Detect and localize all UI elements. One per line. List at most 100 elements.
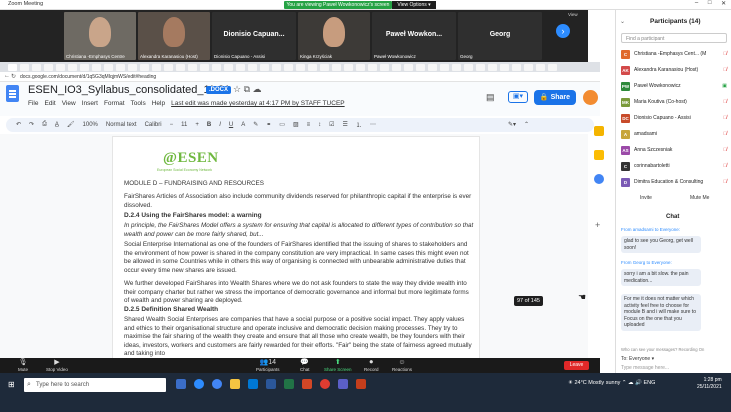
link-icon[interactable]: ⚭ [266,121,271,128]
browser-tab[interactable] [140,64,149,71]
redo-icon[interactable]: ↷ [29,121,34,128]
browser-tab[interactable] [476,64,485,71]
font-size-increase-icon[interactable]: + [195,122,199,128]
browser-tab[interactable] [464,64,473,71]
text-color-icon[interactable]: A [241,122,245,128]
browser-tab[interactable] [500,64,509,71]
excel-icon[interactable] [284,379,294,389]
highlight-icon[interactable]: ✎ [253,121,258,128]
menu-edit[interactable]: Edit [44,100,55,107]
numbered-list-icon[interactable]: ⒈ [356,120,362,129]
participant-row[interactable]: D Dimitra Education & Consulting 🎙̸ [621,176,727,188]
browser-tab[interactable] [428,64,437,71]
participant-tile[interactable]: Dionisio Capuan... Dionisio Capuano - As… [212,12,296,60]
present-button[interactable]: ▣▾ [508,91,528,103]
back-icon[interactable]: ← [4,73,10,79]
outlook-icon[interactable] [248,379,258,389]
participant-row[interactable]: MK Maria Koutiva (Co-host) 🎙̸ [621,96,727,108]
browser-tab[interactable] [104,64,113,71]
participant-row[interactable]: C Christiana -Emphasys Cent... (Me) 🎙̸ [621,48,727,60]
browser-tab[interactable] [356,64,365,71]
record-button[interactable]: ⏺ Record [364,359,379,372]
browser-tab[interactable] [320,64,329,71]
participant-tile[interactable]: Christiana -Emphasys Centre [64,12,136,60]
participant-row[interactable]: DC Dionisio Capuano - Assisi 🎙̸ [621,112,727,124]
browser-tab[interactable] [248,64,257,71]
participant-tile[interactable]: Georg Georg [458,12,542,60]
browser-tab[interactable] [8,64,17,71]
undo-icon[interactable]: ↶ [16,121,21,128]
add-addon-icon[interactable]: + [595,220,600,230]
collapse-panel-icon[interactable]: ⌄ [620,18,625,25]
browser-tab[interactable] [332,64,341,71]
browser-tab[interactable] [44,64,53,71]
menu-view[interactable]: View [62,100,76,107]
browser-tab[interactable] [512,64,521,71]
italic-icon[interactable]: I [219,122,221,128]
star-icon[interactable]: ☆ ⧉ ☁ [233,84,262,95]
browser-tab[interactable] [296,64,305,71]
bold-icon[interactable]: B [207,122,211,128]
browser-tab[interactable] [392,64,401,71]
checklist-icon[interactable]: ☑ [329,121,334,128]
font-size-decrease-icon[interactable]: − [170,122,174,128]
browser-tab[interactable] [92,64,101,71]
reactions-button[interactable]: ☺ Reactions [392,359,412,372]
chat-message-input[interactable]: Type message here... [621,365,669,371]
contacts-icon[interactable] [594,174,604,184]
participant-row[interactable]: PW Paweł Wowkonowicz ▣ [621,80,727,92]
tasks-icon[interactable] [594,150,604,160]
collapse-toolbar-icon[interactable]: ⌃ [524,121,529,128]
browser-tab[interactable] [404,64,413,71]
teams-icon[interactable] [338,379,348,389]
url-text[interactable]: docs.google.com/document/d/1q5G3qMIqjmWS… [20,74,156,80]
maximize-icon[interactable]: □ [708,0,712,10]
browser-tab[interactable] [32,64,41,71]
line-spacing-icon[interactable]: ↕ [318,122,321,128]
menu-tools[interactable]: Tools [131,100,146,107]
browser-tab[interactable] [536,64,545,71]
chrome-icon[interactable] [212,379,222,389]
mute-button[interactable]: 🎙 Mute [18,359,28,372]
image-icon[interactable]: ▨ [293,121,299,128]
browser-address-bar[interactable]: ← ↻ docs.google.com/document/d/1q5G3qMIq… [0,72,600,82]
browser-tab[interactable] [20,64,29,71]
browser-tab[interactable] [440,64,449,71]
menu-file[interactable]: File [28,100,38,107]
menu-format[interactable]: Format [104,100,125,107]
windows-start-icon[interactable]: ⊞ [8,380,15,389]
menu-insert[interactable]: Insert [82,100,98,107]
browser-tab[interactable] [224,64,233,71]
gallery-next-icon[interactable]: › [556,24,570,38]
participant-row[interactable]: Aamadsami 🎙̸ [621,128,727,140]
chat-button[interactable]: 💬 Chat [300,359,310,372]
onenote-icon[interactable] [356,379,366,389]
chat-visibility-note[interactable]: Who can see your messages? Recording On [621,347,704,352]
leave-button[interactable]: Leave [564,361,589,370]
keep-icon[interactable] [594,126,604,136]
browser-tab[interactable] [416,64,425,71]
participant-row[interactable]: AS Anna Szczesniak 🎙̸ [621,144,727,156]
browser-tab[interactable] [188,64,197,71]
underline-icon[interactable]: U [229,122,233,128]
browser-tab[interactable] [368,64,377,71]
style-select[interactable]: Normal text [106,122,137,128]
browser-tab[interactable] [452,64,461,71]
comment-history-icon[interactable]: ▤ [486,92,495,103]
powerpoint-icon[interactable] [302,379,312,389]
browser-tab[interactable] [128,64,137,71]
share-button[interactable]: 🔒 Share [534,90,576,105]
zoom-app-icon[interactable] [194,379,204,389]
taskbar-search-input[interactable]: Type here to search [24,378,166,392]
participant-search-input[interactable]: Find a participant [621,33,727,43]
browser-tab[interactable] [80,64,89,71]
browser-tab[interactable] [272,64,281,71]
account-avatar[interactable] [583,90,598,105]
browser-tab[interactable] [56,64,65,71]
editing-mode-icon[interactable]: ✎▾ [508,121,516,128]
participant-row[interactable]: Ccorinnabartoletti 🎙̸ [621,160,727,172]
document-title[interactable]: ESEN_IO3_Syllabus_consolidated_11.21 [28,84,230,96]
browser-tab[interactable] [344,64,353,71]
view-options-button[interactable]: View Options ▾ [392,1,436,9]
browser-tab[interactable] [152,64,161,71]
